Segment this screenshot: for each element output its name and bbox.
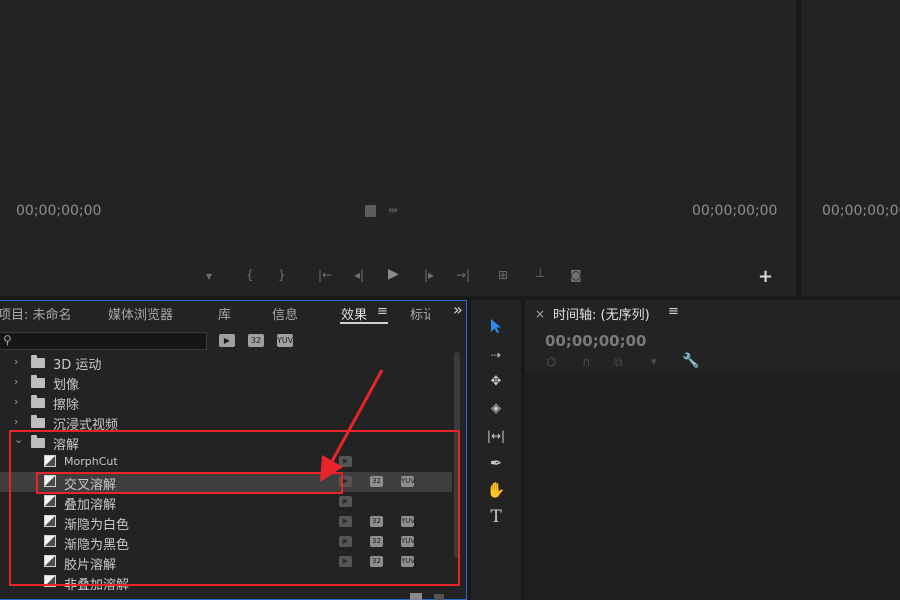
- razor-icon[interactable]: ◈: [484, 398, 508, 420]
- timeline-body: [525, 372, 900, 600]
- track-select-forward-icon[interactable]: ⇢: [484, 344, 508, 366]
- timeline-menu-icon[interactable]: ≡: [668, 304, 679, 319]
- selection-tool-icon[interactable]: [484, 318, 508, 340]
- timeline-title[interactable]: 时间轴: (无序列): [553, 304, 650, 323]
- type-icon[interactable]: T: [484, 506, 508, 528]
- timeline-timecode[interactable]: 00;00;00;00: [545, 332, 647, 350]
- add-marker-icon[interactable]: ▾: [651, 355, 657, 368]
- ripple-edit-icon[interactable]: ✥: [484, 371, 508, 393]
- nest-toggle-icon[interactable]: ⌬: [546, 355, 556, 369]
- linked-selection-icon[interactable]: ⧉: [614, 355, 623, 370]
- snap-icon[interactable]: ∩: [582, 355, 591, 369]
- timeline-close-icon[interactable]: ×: [535, 307, 545, 321]
- hand-icon[interactable]: ✋: [484, 479, 508, 501]
- wrench-icon[interactable]: 🔧: [682, 353, 699, 369]
- slip-icon[interactable]: |↔|: [484, 425, 508, 447]
- pen-icon[interactable]: ✒: [484, 452, 508, 474]
